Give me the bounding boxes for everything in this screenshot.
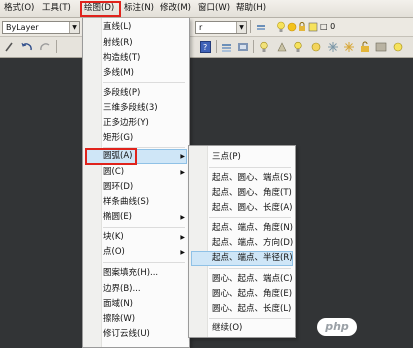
- lock-icon[interactable]: [297, 22, 307, 32]
- layer-properties-icon[interactable]: [221, 41, 233, 53]
- menu-modify[interactable]: 修改(M): [160, 2, 191, 15]
- submenu-arrow-icon: ▶: [180, 214, 185, 221]
- draw-menu-item-3dpoly[interactable]: 三维多段线(3): [103, 102, 158, 115]
- arc-item-center-start-length[interactable]: 圆心、起点、长度(L): [212, 303, 291, 316]
- draw-menu-item-line[interactable]: 直线(L): [103, 21, 131, 34]
- draw-menu-item-revcloud[interactable]: 修订云线(U): [103, 328, 150, 341]
- arc-item-start-end-angle[interactable]: 起点、端点、角度(N): [212, 222, 293, 235]
- arc-submenu: 三点(P) 起点、圆心、端点(S) 起点、圆心、角度(T) 起点、圆心、长度(A…: [188, 145, 296, 338]
- draw-menu-item-ellipse[interactable]: 椭圆(E): [103, 211, 132, 224]
- layer-lock-icon[interactable]: [343, 41, 355, 53]
- layer-merge-icon[interactable]: [375, 41, 387, 53]
- draw-menu-item-polyline[interactable]: 多段线(P): [103, 87, 140, 100]
- help-icon[interactable]: ?: [200, 41, 211, 53]
- layers-icon[interactable]: [256, 22, 266, 32]
- draw-menu-item-rectangle[interactable]: 矩形(G): [103, 132, 133, 145]
- redo-icon[interactable]: [38, 41, 52, 53]
- arc-item-three-point[interactable]: 三点(P): [212, 151, 241, 164]
- draw-menu: 直线(L) 射线(R) 构造线(T) 多线(M) 多段线(P) 三维多段线(3)…: [82, 18, 190, 348]
- layer-unisolate-icon[interactable]: [293, 41, 303, 53]
- menu-separator: [209, 217, 291, 218]
- php-watermark: php: [317, 318, 357, 336]
- layer-state-icon[interactable]: [237, 41, 249, 53]
- draw-menu-item-polygon[interactable]: 正多边形(Y): [103, 117, 149, 130]
- menu-separator: [209, 318, 291, 319]
- toolbar-divider: [56, 40, 57, 53]
- undo-icon[interactable]: [20, 41, 34, 53]
- submenu-arrow-icon: ▶: [180, 169, 185, 176]
- layer-unlock-icon[interactable]: [359, 41, 371, 53]
- menu-window[interactable]: 窗口(W): [198, 2, 230, 15]
- arc-item-start-center-length[interactable]: 起点、圆心、长度(A): [212, 202, 292, 215]
- draw-menu-item-region[interactable]: 面域(N): [103, 298, 133, 311]
- draw-menu-item-block[interactable]: 块(K): [103, 231, 124, 244]
- arc-item-highlight-box: [85, 148, 137, 165]
- draw-menu-item-wipeout[interactable]: 擦除(W): [103, 313, 135, 326]
- menu-format[interactable]: 格式(O): [4, 2, 34, 15]
- linetype-combo[interactable]: ByLayer ▼: [2, 21, 80, 34]
- draw-menu-item-spline[interactable]: 样条曲线(S): [103, 196, 149, 209]
- draw-menu-highlight-box: [80, 1, 121, 17]
- secondary-combo-value: r: [199, 23, 203, 32]
- lightbulb-off-icon[interactable]: [259, 41, 269, 53]
- color-swatch-icon[interactable]: [308, 22, 318, 32]
- menu-separator: [209, 268, 291, 269]
- draw-menu-item-ray[interactable]: 射线(R): [103, 37, 133, 50]
- menu-dimension[interactable]: 标注(N): [124, 2, 154, 15]
- layer-delete-icon[interactable]: [392, 41, 404, 53]
- menu-separator: [103, 262, 185, 263]
- draw-menu-item-mline[interactable]: 多线(M): [103, 67, 134, 80]
- layer-iso-icon[interactable]: [276, 41, 288, 53]
- arc-item-start-center-angle[interactable]: 起点、圆心、角度(T): [212, 187, 292, 200]
- arc-item-center-start-end[interactable]: 圆心、起点、端点(C): [212, 273, 293, 286]
- layer-freeze-icon[interactable]: [310, 41, 322, 53]
- toolbar-divider: [216, 40, 217, 53]
- chevron-down-icon[interactable]: ▼: [69, 22, 79, 33]
- properties-toolbar: ByLayer ▼ r ▼ □ 0: [0, 18, 413, 37]
- menu-separator: [103, 82, 185, 83]
- chevron-down-icon[interactable]: ▼: [236, 22, 246, 33]
- layer-name: □ 0: [320, 22, 336, 31]
- menu-separator: [103, 227, 185, 228]
- draw-menu-item-circle[interactable]: 圆(C): [103, 166, 124, 179]
- layer-thaw-icon[interactable]: [327, 41, 339, 53]
- menu-icon-column: [189, 146, 208, 337]
- lightbulb-icon[interactable]: [276, 21, 286, 33]
- toolbar-divider: [253, 40, 254, 53]
- sun-icon[interactable]: [287, 22, 297, 32]
- arc-item-start-center-end[interactable]: 起点、圆心、端点(S): [212, 172, 292, 185]
- toolbar-divider: [250, 20, 251, 33]
- menu-bar: 格式(O) 工具(T) 绘图(D) 标注(N) 修改(M) 窗口(W) 帮助(H…: [0, 0, 413, 18]
- menu-separator: [209, 167, 291, 168]
- draw-menu-item-hatch[interactable]: 图案填充(H)...: [103, 267, 158, 280]
- draw-menu-item-boundary[interactable]: 边界(B)...: [103, 283, 141, 296]
- draw-menu-item-donut[interactable]: 圆环(D): [103, 181, 133, 194]
- standard-toolbar: ?: [0, 37, 413, 58]
- menu-help[interactable]: 帮助(H): [236, 2, 266, 15]
- menu-tools[interactable]: 工具(T): [42, 2, 71, 15]
- arc-item-start-end-radius[interactable]: 起点、端点、半径(R): [212, 252, 293, 265]
- pencil-icon[interactable]: [4, 41, 14, 53]
- arc-item-center-start-angle[interactable]: 圆心、起点、角度(E): [212, 288, 292, 301]
- svg-text:?: ?: [203, 43, 207, 52]
- draw-menu-item-xline[interactable]: 构造线(T): [103, 52, 140, 65]
- draw-menu-item-point[interactable]: 点(O): [103, 246, 125, 259]
- submenu-arrow-icon: ▶: [180, 153, 185, 160]
- arc-item-start-end-direction[interactable]: 起点、端点、方向(D): [212, 237, 293, 250]
- menu-icon-column: [83, 18, 102, 347]
- linetype-combo-value: ByLayer: [6, 23, 39, 32]
- submenu-arrow-icon: ▶: [180, 234, 185, 241]
- submenu-arrow-icon: ▶: [180, 249, 185, 256]
- arc-item-continue[interactable]: 继续(O): [212, 322, 242, 335]
- secondary-combo[interactable]: r ▼: [195, 21, 247, 34]
